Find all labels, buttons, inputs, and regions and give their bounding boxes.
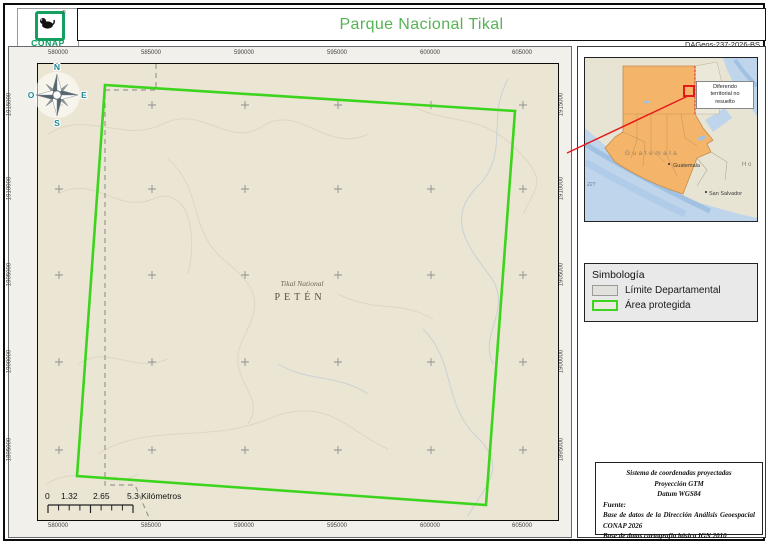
ytick-right: 1895000 xyxy=(558,437,565,462)
xtick-top: 600000 xyxy=(419,50,441,56)
xtick-bottom: 585000 xyxy=(140,523,162,529)
legend-item-area-protegida: Área protegida xyxy=(592,300,757,311)
ytick-right: 1910000 xyxy=(558,176,565,201)
legend: Simbología Límite Departamental Área pro… xyxy=(584,263,758,322)
ytick-left: 1905000 xyxy=(6,262,13,287)
legend-item-departamental: Límite Departamental xyxy=(592,285,757,296)
place-label-tikal: Tikal National xyxy=(280,279,323,288)
inset-country-label: Guatemala xyxy=(625,150,679,157)
ytick-right: 1905000 xyxy=(558,262,565,287)
scale-0: 0 xyxy=(45,491,50,501)
xtick-top: 580000 xyxy=(47,50,69,56)
scale-bar: 0 1.32 2.65 5.3 Kilómetros xyxy=(41,491,241,523)
conap-emblem-icon xyxy=(35,11,65,41)
compass-w-label: O xyxy=(28,90,35,100)
xtick-top: 605000 xyxy=(511,50,533,56)
registered-mark: ® xyxy=(62,10,66,16)
compass-rose: N E S O xyxy=(27,59,91,129)
protected-area-swatch-icon xyxy=(592,300,618,311)
map-frame: 580000 585000 590000 595000 600000 60500… xyxy=(6,46,572,538)
ytick-right: 1915000 xyxy=(558,92,565,117)
locator-inset-map: Guatemala Guatemala San Salvador H o 22T… xyxy=(584,57,758,222)
ytick-right: 1900000 xyxy=(558,349,565,374)
xtick-top: 595000 xyxy=(326,50,348,56)
ytick-left: 1895000 xyxy=(6,437,13,462)
inset-city-label: Guatemala xyxy=(673,163,701,169)
note-line: resuelto xyxy=(715,98,735,105)
xtick-top: 585000 xyxy=(140,50,162,56)
xtick-bottom: 600000 xyxy=(419,523,441,529)
datum-line: Datum WGS84 xyxy=(657,490,701,498)
scale-2-65: 2.65 xyxy=(93,491,110,501)
map-sheet: ® CONAP Parque Nacional Tikal DAGeos-237… xyxy=(0,0,768,544)
compass-n-label: N xyxy=(54,62,60,72)
inset-san-salvador-label: San Salvador xyxy=(709,191,742,197)
source-line-1b: CONAP 2026 xyxy=(603,521,643,530)
side-panel: Guatemala Guatemala San Salvador H o 22T… xyxy=(577,46,766,540)
ytick-left: 1900000 xyxy=(6,349,13,374)
departmental-swatch-icon xyxy=(592,285,618,296)
xtick-top: 590000 xyxy=(233,50,255,56)
fuente-label: Fuente: xyxy=(603,500,626,509)
legend-label: Área protegida xyxy=(625,300,691,311)
scale-1-32: 1.32 xyxy=(61,491,78,501)
ytick-left: 1910000 xyxy=(6,176,13,201)
diferendo-note: Diferendo territorial no resuelto xyxy=(696,81,754,110)
conap-logo: ® CONAP xyxy=(17,8,79,49)
note-line: territorial no xyxy=(710,91,740,98)
inset-grid-zone-label: 22T xyxy=(586,182,597,188)
place-label-peten: PETÉN xyxy=(274,291,325,303)
source-line-1a: Base de datos de la Dirección Análisis G… xyxy=(603,511,755,519)
inset-honduras-label: H o xyxy=(742,162,752,168)
legend-label: Límite Departamental xyxy=(625,285,721,296)
projection-line: Proyección GTM xyxy=(654,479,704,488)
scale-bar-ruler xyxy=(47,504,134,513)
compass-s-label: S xyxy=(54,118,60,128)
page-title: Parque Nacional Tikal xyxy=(339,15,504,33)
crs-line: Sistema de coordenadas proyectadas xyxy=(626,469,732,477)
xtick-bottom: 590000 xyxy=(233,523,255,529)
xtick-bottom: 595000 xyxy=(326,523,348,529)
note-line: Diferendo xyxy=(713,84,737,90)
title-bar: Parque Nacional Tikal xyxy=(77,8,766,41)
source-line-2: Base de datos cartografía básica IGN 201… xyxy=(603,532,727,540)
xtick-bottom: 605000 xyxy=(511,523,533,529)
legend-title: Simbología xyxy=(592,269,645,281)
map-graphics: Tikal National PETÉN xyxy=(45,64,538,520)
scale-5-3: 5.3 Kilómetros xyxy=(127,491,182,501)
compass-e-label: E xyxy=(81,90,87,100)
departmental-limit-line xyxy=(104,64,157,520)
map-canvas: Tikal National PETÉN xyxy=(37,63,559,521)
ytick-left: 1915000 xyxy=(6,92,13,117)
source-credits: Sistema de coordenadas proyectadas Proye… xyxy=(595,462,763,540)
xtick-bottom: 580000 xyxy=(47,523,69,529)
